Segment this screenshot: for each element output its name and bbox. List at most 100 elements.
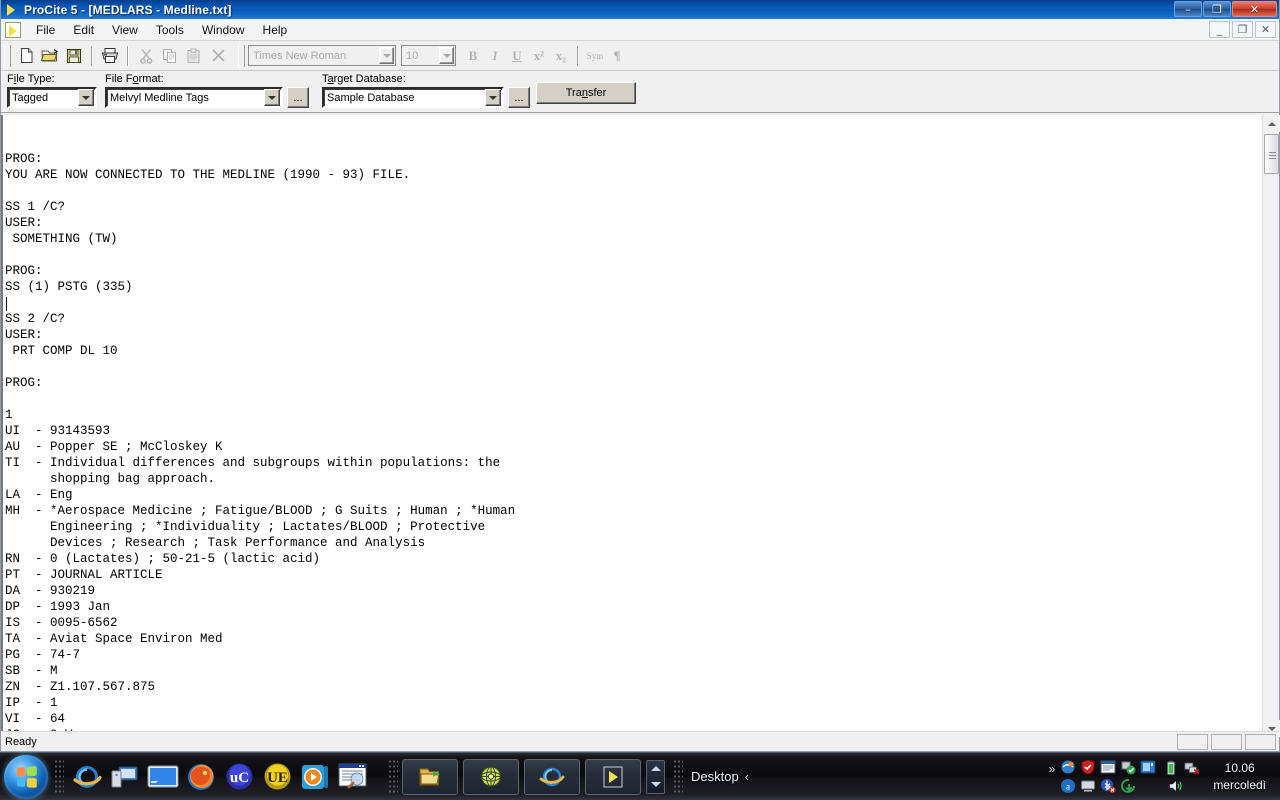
window-title: ProCite 5 - [MEDLARS - Medline.txt] bbox=[24, 2, 232, 17]
scroll-up-arrow-icon[interactable] bbox=[650, 766, 661, 771]
bluetooth-disabled-icon[interactable] bbox=[1100, 778, 1117, 794]
mdi-minimize-button[interactable]: _ bbox=[1209, 21, 1230, 38]
ie-task-button[interactable] bbox=[524, 758, 580, 795]
scrollbar-thumb[interactable] bbox=[1264, 134, 1279, 174]
maximize-button[interactable]: ❐ bbox=[1203, 1, 1231, 17]
document-viewer-icon[interactable] bbox=[334, 758, 372, 796]
network-sharing-icon[interactable] bbox=[1060, 759, 1076, 775]
open-folder-icon[interactable] bbox=[38, 44, 62, 68]
new-file-icon[interactable] bbox=[14, 44, 38, 68]
show-desktop-computer-icon[interactable] bbox=[106, 758, 144, 796]
desktop-toolbar-grip[interactable] bbox=[673, 758, 683, 795]
mdi-close-button[interactable]: ✕ bbox=[1255, 21, 1276, 38]
blue-screen-icon[interactable] bbox=[144, 758, 182, 796]
font-name-combo[interactable]: Times New Roman bbox=[248, 45, 396, 66]
format-toolbar-grip[interactable] bbox=[238, 44, 245, 67]
task-area-grip[interactable] bbox=[388, 758, 398, 795]
menu-item-tools[interactable]: Tools bbox=[147, 21, 193, 39]
transfer-options-bar: File Type: Tagged File Format: Melvyl Me… bbox=[1, 71, 1279, 113]
print-icon[interactable] bbox=[98, 44, 122, 68]
transfer-button[interactable]: Transfer bbox=[536, 82, 636, 104]
window-list-icon[interactable] bbox=[1100, 759, 1116, 775]
update-download-icon[interactable] bbox=[1120, 778, 1136, 794]
file-type-chevron-down-icon[interactable] bbox=[78, 89, 94, 106]
target-database-combo[interactable]: Sample Database bbox=[322, 87, 504, 108]
font-name-chevron-down-icon[interactable] bbox=[379, 47, 394, 64]
superscript-button[interactable]: x² bbox=[528, 45, 550, 67]
font-size-chevron-down-icon[interactable] bbox=[439, 47, 454, 64]
menu-item-view[interactable]: View bbox=[103, 21, 147, 39]
paragraph-marks-button[interactable]: ¶ bbox=[606, 45, 628, 67]
italic-button[interactable]: I bbox=[484, 45, 506, 67]
taskbar-clock[interactable]: 10.06 mercoledì bbox=[1203, 760, 1274, 794]
file-format-label: File Format: bbox=[105, 73, 164, 85]
copy-icon bbox=[158, 44, 182, 68]
underline-button[interactable]: U bbox=[506, 45, 528, 67]
scroll-down-arrow-icon[interactable] bbox=[650, 782, 661, 787]
mdi-document-icon[interactable] bbox=[5, 21, 21, 38]
delete-x-icon bbox=[206, 44, 230, 68]
battery-icon[interactable] bbox=[1163, 760, 1179, 776]
font-size-combo[interactable]: 10 bbox=[401, 45, 456, 66]
target-database-browse-button[interactable]: ... bbox=[508, 87, 530, 108]
standard-toolbar-grip[interactable] bbox=[4, 44, 11, 67]
procite-app-icon[interactable] bbox=[5, 3, 19, 17]
subscript-button[interactable]: x₂ bbox=[550, 45, 572, 67]
desktop-toolbar-chevron-icon[interactable]: ‹ bbox=[745, 769, 749, 784]
transfer-action: Transfer bbox=[536, 82, 636, 104]
status-pane-1 bbox=[1177, 733, 1208, 750]
toolbar-separator-3 bbox=[577, 45, 579, 66]
network-disconnected-icon[interactable] bbox=[1184, 760, 1200, 776]
target-database-label: Target Database: bbox=[322, 73, 406, 85]
save-disk-icon[interactable] bbox=[62, 44, 86, 68]
start-button[interactable] bbox=[4, 754, 48, 799]
security-shield-icon[interactable] bbox=[1080, 759, 1096, 775]
folder-task-button[interactable] bbox=[402, 758, 458, 795]
vertical-scrollbar[interactable] bbox=[1262, 115, 1280, 737]
display-card-icon[interactable] bbox=[1140, 759, 1156, 775]
screen: ProCite 5 - [MEDLARS - Medline.txt] – ❐ … bbox=[0, 0, 1280, 800]
toolbar-row: Times New Roman 10 B I U x² x₂ Sym ¶ bbox=[1, 41, 1279, 71]
utorrent-icon[interactable]: uC bbox=[220, 758, 258, 796]
tray-icon-grid: a bbox=[1058, 758, 1158, 796]
cut-scissors-icon bbox=[134, 44, 158, 68]
font-name-value: Times New Roman bbox=[253, 49, 347, 62]
menu-item-edit[interactable]: Edit bbox=[64, 21, 103, 39]
quick-launch-grip[interactable] bbox=[54, 758, 64, 795]
media-player-icon[interactable] bbox=[296, 758, 334, 796]
taskbar-scroll-spinner[interactable] bbox=[646, 759, 665, 794]
symbol-button[interactable]: Sym bbox=[584, 45, 606, 67]
file-type-label: File Type: bbox=[7, 73, 55, 85]
bold-button[interactable]: B bbox=[462, 45, 484, 67]
minimize-button[interactable]: – bbox=[1174, 1, 1202, 17]
firefox-icon[interactable] bbox=[182, 758, 220, 796]
menu-item-file[interactable]: File bbox=[27, 21, 64, 39]
target-database-field: Target Database: Sample Database ... bbox=[322, 73, 530, 108]
internet-explorer-icon[interactable] bbox=[68, 758, 106, 796]
procite-task-button[interactable] bbox=[585, 758, 641, 795]
menu-item-window[interactable]: Window bbox=[193, 21, 254, 39]
file-format-browse-button[interactable]: ... bbox=[287, 87, 309, 108]
status-message: Ready bbox=[5, 735, 37, 748]
amazon-icon[interactable]: a bbox=[1060, 778, 1076, 794]
target-database-chevron-down-icon[interactable] bbox=[485, 89, 501, 106]
mdi-restore-button[interactable]: ❐ bbox=[1232, 21, 1253, 38]
globe-task-button[interactable] bbox=[463, 758, 519, 795]
close-button[interactable]: ✕ bbox=[1232, 1, 1277, 17]
file-format-combo[interactable]: Melvyl Medline Tags bbox=[105, 87, 283, 108]
document-text-area[interactable]: PROG: YOU ARE NOW CONNECTED TO THE MEDLI… bbox=[1, 115, 1262, 737]
clock-time: 10.06 bbox=[1224, 760, 1255, 775]
file-type-combo[interactable]: Tagged bbox=[7, 87, 97, 108]
ultraedit-icon[interactable]: UE bbox=[258, 758, 296, 796]
safely-remove-icon[interactable] bbox=[1120, 759, 1136, 775]
scroll-up-arrow-icon[interactable] bbox=[1263, 115, 1280, 132]
volume-icon[interactable] bbox=[1168, 778, 1184, 794]
desktop-toolbar-label[interactable]: Desktop bbox=[691, 769, 739, 784]
system-tray: » a 10.06 mercoledì bbox=[1049, 758, 1280, 796]
file-format-chevron-down-icon[interactable] bbox=[264, 89, 280, 106]
tray-overflow-chevron-icon[interactable]: » bbox=[1049, 758, 1056, 776]
target-database-value: Sample Database bbox=[327, 91, 415, 104]
monitor-icon[interactable] bbox=[1080, 778, 1096, 794]
menu-item-help[interactable]: Help bbox=[254, 21, 297, 39]
menu-bar: File Edit View Tools Window Help _ ❐ ✕ bbox=[1, 19, 1279, 41]
